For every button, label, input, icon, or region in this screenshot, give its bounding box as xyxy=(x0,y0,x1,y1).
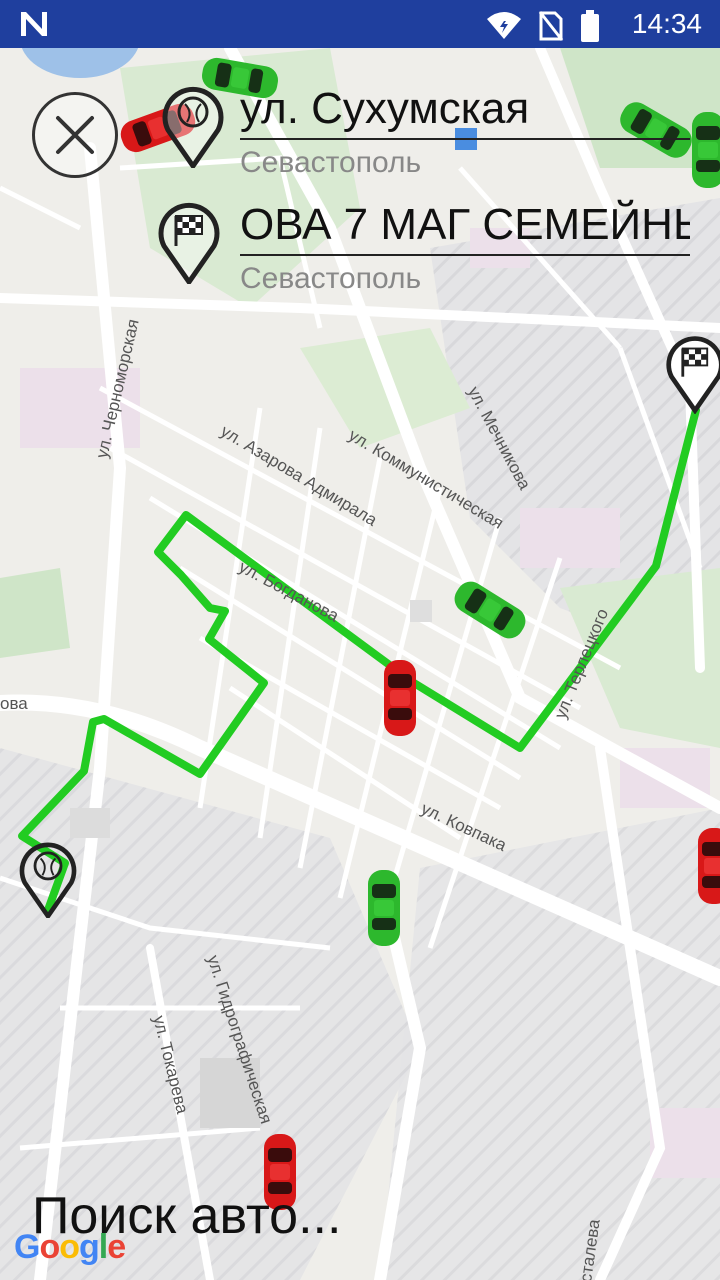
no-sim-icon xyxy=(538,11,564,41)
car-icon-red[interactable] xyxy=(694,826,720,906)
finish-pin-icon[interactable] xyxy=(664,330,720,414)
google-logo: Google xyxy=(14,1228,126,1266)
start-pin-icon[interactable] xyxy=(16,838,80,918)
car-icon-green[interactable] xyxy=(688,110,720,190)
from-address[interactable]: ул. Сухумская Севастополь xyxy=(240,82,690,180)
from-city: Севастополь xyxy=(240,146,422,179)
car-icon-green[interactable] xyxy=(364,868,404,948)
to-street-field[interactable]: ОВА 7 МАГ СЕМЕЙНЬ xyxy=(240,198,690,256)
status-bar: 14:34 xyxy=(0,0,720,48)
to-address[interactable]: ОВА 7 МАГ СЕМЕЙНЬ Севастополь xyxy=(240,198,690,296)
street-label-ova: ова xyxy=(0,694,28,713)
close-button[interactable] xyxy=(32,92,118,178)
status-time: 14:34 xyxy=(631,8,702,39)
finish-pin-icon xyxy=(158,202,220,284)
start-pin-icon xyxy=(162,86,224,168)
battery-icon xyxy=(581,10,599,42)
close-icon xyxy=(56,116,94,154)
wifi-icon xyxy=(487,12,521,39)
to-city: Севастополь xyxy=(240,262,422,295)
car-icon-red[interactable] xyxy=(380,658,420,738)
from-street-field[interactable]: ул. Сухумская xyxy=(240,82,690,140)
notification-n-icon xyxy=(21,12,47,36)
